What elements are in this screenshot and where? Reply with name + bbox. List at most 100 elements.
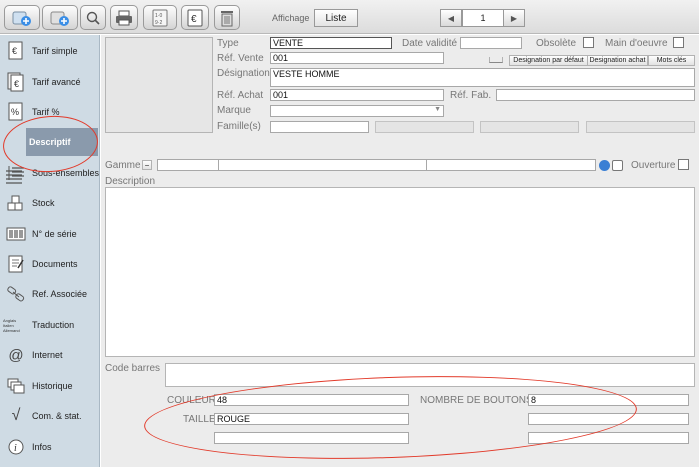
affichage-label: Affichage (272, 13, 310, 23)
sidebar-item-label: Tarif simple (32, 46, 78, 56)
sidebar-item-numero-serie[interactable]: N° de série (0, 220, 100, 248)
search-button[interactable] (80, 5, 106, 30)
designation-field[interactable]: VESTE HOMME (270, 68, 695, 87)
sidebar-item-tarif-simple[interactable]: € Tarif simple (0, 37, 100, 65)
sidebar-item-label: Infos (32, 442, 52, 452)
sidebar-item-label: N° de série (32, 229, 77, 239)
code-barres-field[interactable] (165, 363, 695, 387)
main-oeuvre-checkbox[interactable] (673, 37, 684, 48)
sidebar-item-traduction[interactable]: Anglais Italien Allemand Traduction (0, 311, 100, 339)
nombre-boutons-field[interactable]: 8 (528, 394, 689, 406)
famille-field-4[interactable] (586, 121, 695, 133)
translate-icon-text: Allemand (3, 327, 20, 333)
famille-field-2[interactable] (375, 121, 474, 133)
calculator-icon: 1·09·2 (152, 9, 168, 26)
main-oeuvre-label: Main d'oeuvre (605, 38, 668, 49)
description-textarea[interactable] (105, 187, 695, 357)
svg-text:€: € (14, 79, 19, 89)
sidebar-item-label: Com. & stat. (32, 411, 82, 421)
ouverture-checkbox[interactable] (678, 159, 689, 170)
familles-label: Famille(s) (217, 121, 261, 132)
triangle-left-icon: ◀ (447, 13, 455, 23)
sidebar-item-internet[interactable]: @ Internet (0, 341, 100, 369)
sidebar-item-infos[interactable]: i Infos (0, 433, 100, 461)
sidebar-item-label: Traduction (32, 320, 75, 330)
ref-fab-field[interactable] (496, 89, 695, 101)
svg-text:%: % (11, 107, 19, 117)
document-icon (3, 253, 29, 275)
sidebar-item-stock[interactable]: Stock (0, 189, 100, 217)
next-record-button[interactable]: ▶ (503, 9, 525, 27)
search-icon[interactable] (599, 160, 610, 171)
sidebar-item-com-stat[interactable]: √ Com. & stat. (0, 402, 100, 430)
sidebar-item-tarif-avance[interactable]: € Tarif avancé (0, 68, 100, 96)
ref-vente-field[interactable]: 001 (270, 52, 444, 64)
svg-text:9·2: 9·2 (155, 20, 162, 26)
type-field[interactable]: VENTE (270, 37, 392, 49)
euro-doc-icon: € (3, 71, 29, 93)
print-button[interactable] (110, 5, 138, 30)
chevron-down-icon: ▼ (434, 106, 441, 113)
sidebar-item-label: Ref. Associée (32, 289, 88, 299)
history-icon (3, 375, 29, 397)
couleur-field[interactable]: 48 (214, 394, 409, 406)
sidebar-item-sous-ensembles[interactable]: Sous-ensembles (0, 159, 100, 187)
euro-icon: € (187, 9, 203, 26)
marque-label: Marque (217, 105, 251, 116)
famille-field-3[interactable] (480, 121, 579, 133)
record-number-field[interactable]: 1 (462, 9, 504, 27)
sidebar-item-label: Descriptif (29, 137, 71, 147)
sidebar-item-label: Stock (32, 198, 55, 208)
famille-field-1[interactable] (270, 121, 369, 133)
designation-defaut-button[interactable]: Designation par défaut (509, 55, 588, 66)
minus-icon: − (144, 160, 150, 170)
translate-icon: Anglais Italien Allemand (3, 314, 29, 336)
product-photo[interactable] (105, 37, 213, 133)
sidebar-item-tarif-percent[interactable]: % Tarif % (0, 98, 100, 126)
keyboard-icon[interactable] (489, 57, 503, 63)
designation-achat-button[interactable]: Designation achat (587, 55, 648, 66)
attribute-field-empty-3[interactable] (528, 432, 689, 444)
delete-button[interactable] (214, 5, 240, 30)
gamme-toggle-button[interactable]: − (142, 160, 152, 170)
description-label: Description (105, 176, 156, 187)
date-validite-field[interactable] (460, 37, 522, 49)
list-icon[interactable] (612, 160, 623, 171)
info-icon: i (3, 436, 29, 458)
euro-button[interactable]: € (181, 5, 209, 30)
sidebar-item-ref-associee[interactable]: Ref. Associée (0, 280, 100, 308)
gamme-field-3[interactable] (426, 159, 596, 171)
list-icon (3, 162, 29, 184)
search-icon (86, 11, 100, 25)
gamme-label: Gamme (105, 160, 141, 171)
obsolete-checkbox[interactable] (583, 37, 594, 48)
attribute-field-empty-1[interactable] (528, 413, 689, 425)
attribute-field-empty-2[interactable] (214, 432, 409, 444)
sidebar-item-historique[interactable]: Historique (0, 372, 100, 400)
sidebar-item-label: Historique (32, 381, 73, 391)
add-button[interactable] (4, 5, 40, 30)
date-validite-label: Date validité (402, 38, 458, 49)
taille-field[interactable]: ROUGE (214, 413, 409, 425)
calculator-button[interactable]: 1·0 9·2 (143, 5, 177, 30)
sidebar-item-label: Sous-ensembles (32, 168, 100, 178)
ref-fab-label: Réf. Fab. (450, 90, 492, 101)
mots-cles-button[interactable]: Mots clés (648, 55, 695, 66)
svg-text:i: i (14, 443, 17, 454)
ref-achat-field[interactable]: 001 (270, 89, 444, 101)
gamme-field-1[interactable] (157, 159, 219, 171)
gamme-field-2[interactable] (218, 159, 427, 171)
svg-text:€: € (191, 14, 197, 25)
sidebar-item-label: Internet (32, 350, 63, 360)
sqrt-icon: √ (11, 407, 21, 424)
liste-button[interactable]: Liste (314, 9, 358, 27)
at-icon: @ (8, 346, 24, 364)
sidebar-item-descriptif[interactable]: Descriptif (26, 128, 98, 156)
add-variant-button[interactable] (42, 5, 78, 30)
previous-record-button[interactable]: ◀ (440, 9, 462, 27)
sidebar-item-documents[interactable]: Documents (0, 250, 100, 278)
ouverture-label: Ouverture (631, 160, 676, 171)
marque-dropdown[interactable]: ▼ (270, 105, 444, 117)
ref-vente-label: Réf. Vente (217, 53, 264, 64)
designation-label: Désignation (217, 68, 270, 79)
